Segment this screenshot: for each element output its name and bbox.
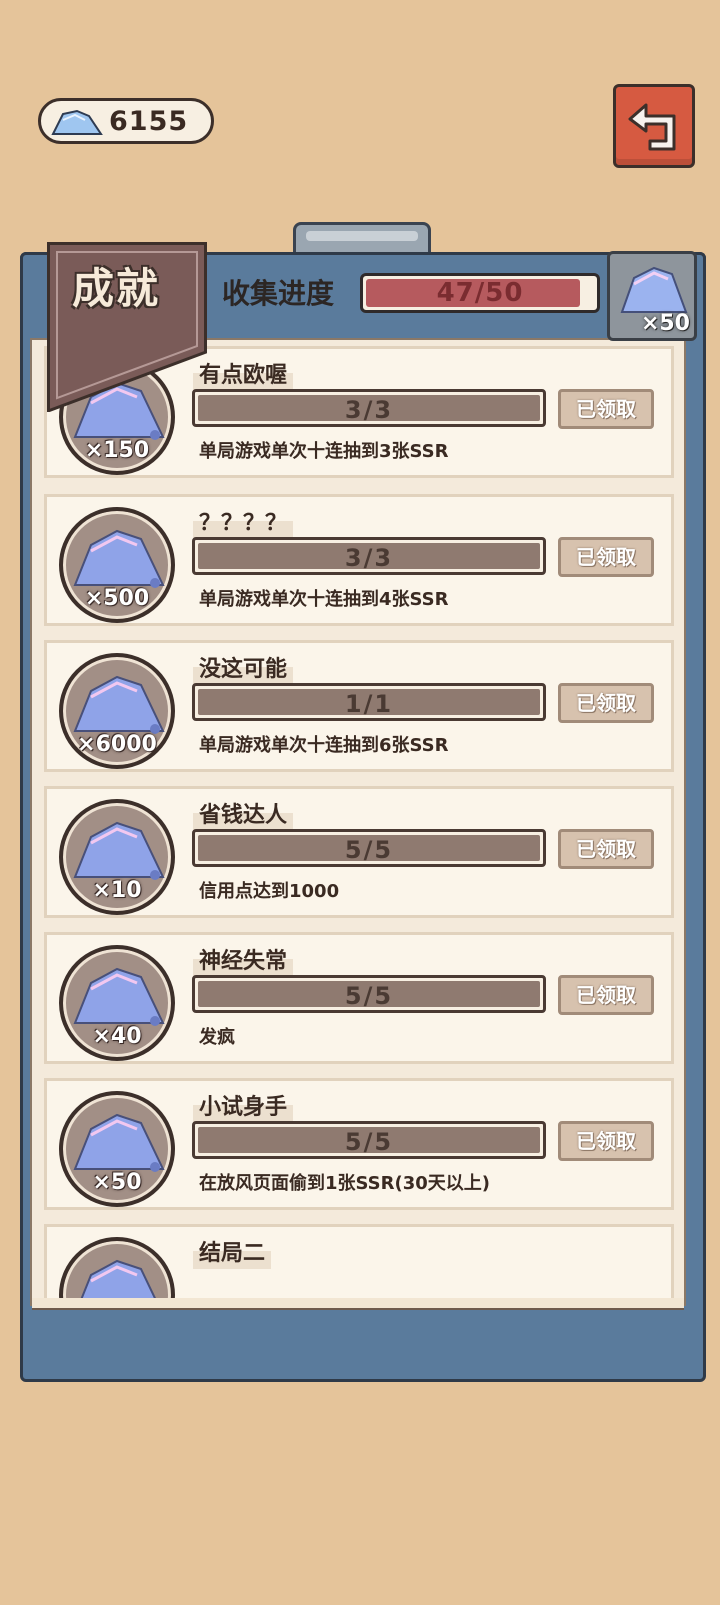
reward-badge: ×50 [59,1091,175,1207]
achievement-list-panel[interactable]: ×150 有点欧喔 3/3 已领取 单局游戏单次十连抽到3张SSR ×500 ？… [30,338,686,1306]
achievement-progress-bar: 5/5 [192,1121,546,1159]
achievement-title: 没这可能 [193,649,294,685]
achievement-progress-bar: 3/3 [192,389,546,427]
achievement-desc: 在放风页面偷到1张SSR(30天以上) [199,1173,491,1194]
achievement-desc: 单局游戏单次十连抽到3张SSR [199,441,449,462]
claimed-button[interactable]: 已领取 [558,537,654,577]
reward-count: ×150 [84,438,150,463]
currency-value: 6155 [109,106,189,137]
achievement-title: 结局二 [193,1233,272,1269]
reward-badge: ×500 [59,507,175,623]
achievement-title: 小试身手 [193,1087,294,1123]
currency-counter: 6155 [38,98,214,144]
achievement-progress-bar: 1/1 [192,683,546,721]
achievement-title: 省钱达人 [193,795,294,831]
back-button[interactable] [613,84,695,168]
claimed-button[interactable]: 已领取 [558,683,654,723]
achievement-title: 有点欧喔 [193,355,294,391]
claimed-button[interactable]: 已领取 [558,1121,654,1161]
claimed-button[interactable]: 已领取 [558,975,654,1015]
reward-badge: ×6000 [59,653,175,769]
gem-icon [51,109,103,135]
achievement-desc: 单局游戏单次十连抽到6张SSR [199,735,449,756]
reward-badge: ×10 [59,799,175,915]
progress-text: 3/3 [344,396,394,424]
achievement-progress-bar: 5/5 [192,975,546,1013]
reward-badge [59,1237,175,1304]
achievement-card: 结局二 [44,1224,674,1304]
achievement-progress-bar: 3/3 [192,537,546,575]
reward-count: ×40 [92,1024,142,1049]
reward-count: ×10 [92,878,142,903]
reward-count: ×50 [92,1170,142,1195]
gem-icon [73,1113,165,1172]
achievement-desc: 单局游戏单次十连抽到4张SSR [199,589,449,610]
reward-badge: ×40 [59,945,175,1061]
achievement-card: ×6000 没这可能 1/1 已领取 单局游戏单次十连抽到6张SSR [44,640,674,772]
paper-edge [32,1298,684,1310]
achievement-progress-bar: 5/5 [192,829,546,867]
reward-count: ×6000 [77,732,157,757]
achievement-card: ×40 神经失常 5/5 已领取 发疯 [44,932,674,1064]
collection-progress-bar: 47/50 [360,273,600,313]
progress-text: 47/50 [436,278,524,308]
achievement-card: ×10 省钱达人 5/5 已领取 信用点达到1000 [44,786,674,918]
reward-count: ×50 [640,311,690,336]
page-title: 成就 [72,264,161,313]
achievement-card: ×50 小试身手 5/5 已领取 在放风页面偷到1张SSR(30天以上) [44,1078,674,1210]
achievement-title: ？？？？ [193,503,294,539]
reward-count: ×500 [84,586,150,611]
achievement-title: 神经失常 [193,941,294,977]
progress-text: 5/5 [344,982,394,1010]
gem-icon [73,675,165,734]
collection-progress-label: 收集进度 [222,277,335,310]
achievement-card: ×500 ？？？？ 3/3 已领取 单局游戏单次十连抽到4张SSR [44,494,674,626]
collection-reward-box[interactable]: ×50 [607,251,697,341]
progress-text: 5/5 [344,836,394,864]
gem-icon [73,821,165,880]
achievement-desc: 发疯 [199,1027,235,1048]
gem-icon [73,529,165,588]
back-arrow-icon [628,103,676,151]
achievement-desc: 信用点达到1000 [199,881,340,902]
progress-text: 1/1 [344,690,394,718]
progress-text: 3/3 [344,544,394,572]
claimed-button[interactable]: 已领取 [558,829,654,869]
claimed-button[interactable]: 已领取 [558,389,654,429]
gem-icon [620,266,688,313]
progress-text: 5/5 [344,1128,394,1156]
gem-icon [73,967,165,1026]
